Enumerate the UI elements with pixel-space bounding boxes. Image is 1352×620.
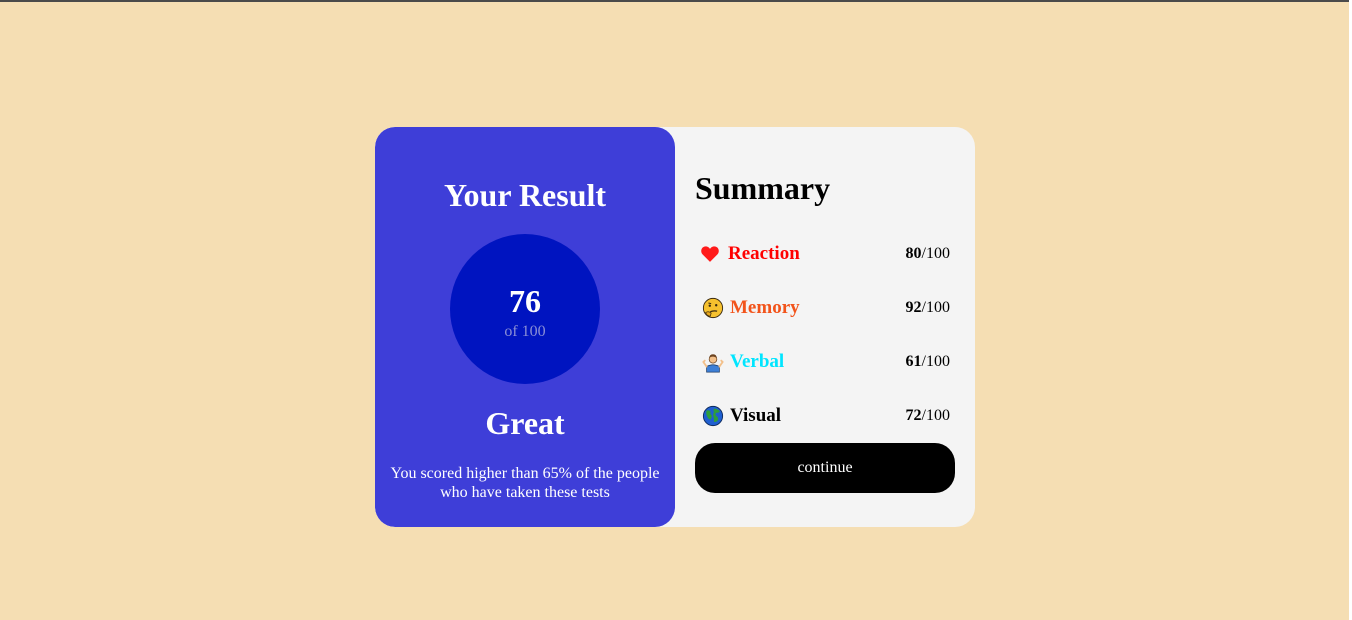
window-top-border — [0, 0, 1352, 2]
summary-item-label: Verbal — [730, 351, 785, 372]
score-circle: 76 of 100 — [450, 234, 600, 384]
score-value: 76 — [509, 283, 541, 319]
summary-item-score-max: /100 — [921, 299, 950, 316]
summary-item-label: Memory — [730, 297, 800, 318]
summary-item-memory: Memory 92/100 — [700, 296, 950, 320]
summary-item-label-wrap: Memory — [700, 296, 800, 320]
summary-item-reaction: Reaction 80/100 — [700, 242, 950, 266]
result-title: Your Result — [443, 177, 607, 213]
summary-item-verbal: Verbal 61/100 — [700, 350, 950, 374]
summary-item-label-wrap: Visual — [700, 404, 781, 428]
summary-item-score: 61/100 — [906, 350, 950, 374]
summary-item-label-wrap: Reaction — [700, 242, 800, 266]
summary-item-score-max: /100 — [921, 245, 950, 262]
summary-item-score: 92/100 — [906, 296, 950, 320]
summary-item-label-wrap: Verbal — [700, 350, 784, 374]
grade-label: Great — [485, 405, 565, 441]
person-shrugging-icon — [702, 351, 724, 373]
summary-item-score-value: 92 — [905, 299, 922, 316]
summary-item-score-value: 80 — [905, 245, 922, 262]
continue-button[interactable]: continue — [695, 443, 955, 493]
summary-item-score: 72/100 — [906, 404, 950, 428]
results-card: Your Result 76 of 100 Great You scored h… — [375, 127, 975, 527]
summary-item-visual: Visual 72/100 — [700, 404, 950, 428]
summary-item-score-max: /100 — [921, 353, 950, 370]
summary-item-label: Visual — [730, 405, 782, 426]
score-total: of 100 — [504, 323, 546, 340]
globe-icon — [702, 405, 724, 427]
summary-item-score-value: 72 — [905, 407, 922, 424]
result-panel: Your Result 76 of 100 Great You scored h… — [375, 127, 675, 527]
thinking-face-icon — [702, 297, 724, 319]
summary-item-score-value: 61 — [905, 353, 922, 370]
summary-item-score: 80/100 — [906, 242, 950, 266]
summary-item-score-max: /100 — [921, 407, 950, 424]
heart-icon — [700, 243, 722, 265]
result-description: You scored higher than 65% of the people… — [390, 465, 660, 501]
summary-title: Summary — [695, 170, 831, 206]
summary-item-label: Reaction — [728, 243, 800, 264]
